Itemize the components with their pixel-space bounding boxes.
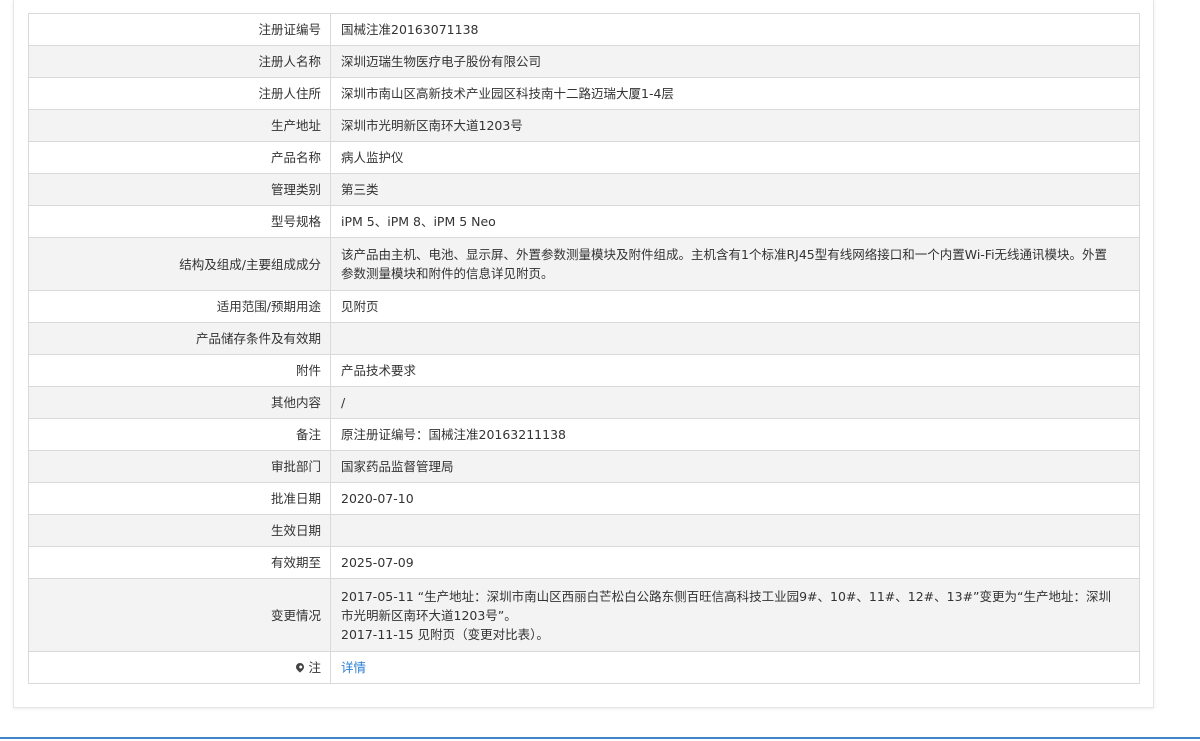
details-link[interactable]: 详情 <box>341 660 366 675</box>
label-registrant-name: 注册人名称 <box>28 45 331 78</box>
label-other-content: 其他内容 <box>28 386 331 419</box>
value-expiry-date: 2025-07-09 <box>330 546 1140 579</box>
label-approval-date: 批准日期 <box>28 482 331 515</box>
value-change-history: 2017-05-11 “生产地址：深圳市南山区西丽白芒松白公路东侧百旺信高科技工… <box>330 578 1140 652</box>
label-registrant-address: 注册人住所 <box>28 77 331 110</box>
registration-table: 注册证编号 国械注准20163071138 注册人名称 深圳迈瑞生物医疗电子股份… <box>28 13 1140 684</box>
value-product-name: 病人监护仪 <box>330 141 1140 174</box>
value-note: 详情 <box>330 651 1140 684</box>
note-label: 注 <box>308 660 321 675</box>
label-remarks: 备注 <box>28 418 331 451</box>
label-note: 注 <box>28 651 331 684</box>
row-expiry-date: 有效期至 2025-07-09 <box>28 546 1140 579</box>
value-registration-number: 国械注准20163071138 <box>330 13 1140 46</box>
label-product-name: 产品名称 <box>28 141 331 174</box>
registration-panel: 注册证编号 国械注准20163071138 注册人名称 深圳迈瑞生物医疗电子股份… <box>13 0 1154 708</box>
value-registrant-name: 深圳迈瑞生物医疗电子股份有限公司 <box>330 45 1140 78</box>
label-intended-use: 适用范围/预期用途 <box>28 290 331 323</box>
label-model-specification: 型号规格 <box>28 205 331 238</box>
value-model-specification: iPM 5、iPM 8、iPM 5 Neo <box>330 205 1140 238</box>
value-effective-date <box>330 514 1140 547</box>
row-registration-number: 注册证编号 国械注准20163071138 <box>28 13 1140 46</box>
row-model-specification: 型号规格 iPM 5、iPM 8、iPM 5 Neo <box>28 205 1140 238</box>
row-production-address: 生产地址 深圳市光明新区南环大道1203号 <box>28 109 1140 142</box>
value-registrant-address: 深圳市南山区高新技术产业园区科技南十二路迈瑞大厦1-4层 <box>330 77 1140 110</box>
label-registration-number: 注册证编号 <box>28 13 331 46</box>
value-approval-date: 2020-07-10 <box>330 482 1140 515</box>
map-pin-icon <box>294 661 307 673</box>
label-attachment: 附件 <box>28 354 331 387</box>
label-approval-department: 审批部门 <box>28 450 331 483</box>
row-management-category: 管理类别 第三类 <box>28 173 1140 206</box>
row-other-content: 其他内容 / <box>28 386 1140 419</box>
label-structure-composition: 结构及组成/主要组成成分 <box>28 237 331 291</box>
row-registrant-address: 注册人住所 深圳市南山区高新技术产业园区科技南十二路迈瑞大厦1-4层 <box>28 77 1140 110</box>
value-other-content: / <box>330 386 1140 419</box>
label-storage-conditions: 产品储存条件及有效期 <box>28 322 331 355</box>
label-effective-date: 生效日期 <box>28 514 331 547</box>
row-structure-composition: 结构及组成/主要组成成分 该产品由主机、电池、显示屏、外置参数测量模块及附件组成… <box>28 237 1140 291</box>
row-change-history: 变更情况 2017-05-11 “生产地址：深圳市南山区西丽白芒松白公路东侧百旺… <box>28 578 1140 652</box>
row-product-name: 产品名称 病人监护仪 <box>28 141 1140 174</box>
row-remarks: 备注 原注册证编号：国械注准20163211138 <box>28 418 1140 451</box>
row-approval-date: 批准日期 2020-07-10 <box>28 482 1140 515</box>
row-note: 注 详情 <box>28 651 1140 684</box>
row-attachment: 附件 产品技术要求 <box>28 354 1140 387</box>
row-registrant-name: 注册人名称 深圳迈瑞生物医疗电子股份有限公司 <box>28 45 1140 78</box>
row-storage-conditions: 产品储存条件及有效期 <box>28 322 1140 355</box>
value-remarks: 原注册证编号：国械注准20163211138 <box>330 418 1140 451</box>
value-approval-department: 国家药品监督管理局 <box>330 450 1140 483</box>
value-storage-conditions <box>330 322 1140 355</box>
label-management-category: 管理类别 <box>28 173 331 206</box>
row-effective-date: 生效日期 <box>28 514 1140 547</box>
label-expiry-date: 有效期至 <box>28 546 331 579</box>
label-change-history: 变更情况 <box>28 578 331 652</box>
value-management-category: 第三类 <box>330 173 1140 206</box>
label-production-address: 生产地址 <box>28 109 331 142</box>
footer-divider <box>0 737 1200 739</box>
row-intended-use: 适用范围/预期用途 见附页 <box>28 290 1140 323</box>
value-production-address: 深圳市光明新区南环大道1203号 <box>330 109 1140 142</box>
value-attachment: 产品技术要求 <box>330 354 1140 387</box>
value-structure-composition: 该产品由主机、电池、显示屏、外置参数测量模块及附件组成。主机含有1个标准RJ45… <box>330 237 1140 291</box>
row-approval-department: 审批部门 国家药品监督管理局 <box>28 450 1140 483</box>
value-intended-use: 见附页 <box>330 290 1140 323</box>
